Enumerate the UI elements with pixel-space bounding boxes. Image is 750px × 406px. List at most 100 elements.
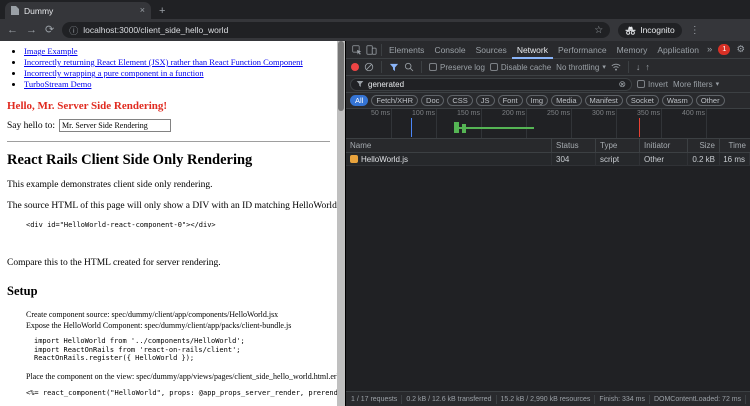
incognito-badge: Incognito	[618, 23, 682, 38]
url-text: localhost:3000/client_side_hello_world	[83, 25, 589, 35]
divider	[381, 44, 382, 56]
page-scrollbar-thumb[interactable]	[338, 41, 344, 111]
chip-manifest[interactable]: Manifest	[585, 95, 623, 106]
filter-text-field[interactable]	[368, 80, 614, 89]
column-header-status[interactable]: Status	[552, 139, 596, 152]
code-snippet: <div id="HelloWorld-react-component-0"><…	[26, 221, 337, 230]
page-title: React Rails Client Side Only Rendering	[7, 152, 337, 169]
list-item: Incorrectly wrapping a pure component in…	[24, 68, 337, 79]
browser-menu-icon[interactable]: ⋮	[690, 25, 700, 36]
filter-funnel-icon[interactable]	[389, 63, 399, 72]
page-link[interactable]: Incorrectly returning React Element (JSX…	[24, 57, 303, 67]
divider	[628, 61, 629, 73]
tab-elements[interactable]: Elements	[384, 41, 429, 59]
checkbox-icon[interactable]	[637, 80, 645, 88]
browser-tab[interactable]: Dummy ×	[5, 2, 151, 19]
page-link[interactable]: Image Example	[24, 46, 78, 56]
inspect-element-icon[interactable]	[349, 41, 364, 59]
settings-gear-icon[interactable]: ⚙	[733, 44, 748, 55]
chevron-down-icon: ▾	[602, 63, 606, 71]
network-conditions-icon[interactable]	[611, 63, 621, 71]
setup-steps: Place the component on the view: spec/du…	[0, 371, 337, 382]
chip-css[interactable]: CSS	[447, 95, 472, 106]
column-header-time[interactable]: Time	[720, 139, 750, 152]
clear-filter-icon[interactable]: ⊗	[618, 79, 626, 90]
network-toolbar: Preserve log Disable cache No throttling…	[346, 59, 750, 76]
list-item: Image Example	[24, 46, 337, 57]
request-size: 0.2 kB	[688, 153, 720, 165]
js-file-icon	[350, 155, 358, 163]
domcontentloaded-marker	[411, 118, 412, 137]
timeline-gridline: 50 ms	[391, 109, 392, 138]
favicon-icon	[11, 6, 19, 15]
tab-sources[interactable]: Sources	[471, 41, 512, 59]
error-count-badge[interactable]: 1	[718, 44, 730, 55]
chip-fetch-xhr[interactable]: Fetch/XHR	[371, 95, 418, 106]
tab-network[interactable]: Network	[512, 41, 553, 59]
tab-close-icon[interactable]: ×	[140, 6, 145, 15]
summary-dcl: DOMContentLoaded: 72 ms	[654, 396, 741, 403]
chevron-down-icon: ▾	[716, 80, 720, 88]
request-type: script	[596, 153, 640, 165]
record-button[interactable]	[351, 63, 359, 71]
chip-wasm[interactable]: Wasm	[662, 95, 693, 106]
request-status: 304	[552, 153, 596, 165]
devtools-tab-bar: Elements Console Sources Network Perform…	[346, 41, 750, 59]
network-overview-timeline[interactable]: 50 ms 100 ms 150 ms 200 ms 250 ms 300 ms…	[346, 109, 750, 139]
tab-performance[interactable]: Performance	[553, 41, 612, 59]
page-link[interactable]: TurboStream Demo	[24, 79, 91, 89]
chip-all[interactable]: All	[350, 95, 368, 106]
page-viewport: Image Example Incorrectly returning Reac…	[0, 41, 345, 406]
address-field[interactable]: ⓘ localhost:3000/client_side_hello_world…	[62, 22, 610, 38]
more-tabs-icon[interactable]: »	[704, 44, 715, 55]
chip-other[interactable]: Other	[696, 95, 725, 106]
tab-memory[interactable]: Memory	[612, 41, 653, 59]
checkbox-icon[interactable]	[490, 63, 498, 71]
chip-doc[interactable]: Doc	[421, 95, 444, 106]
incognito-hat-icon	[625, 26, 636, 35]
new-tab-button[interactable]: +	[159, 5, 165, 19]
more-filters-select[interactable]: More filters ▾	[673, 80, 719, 89]
back-icon[interactable]: ←	[7, 25, 18, 36]
invert-checkbox[interactable]: Invert	[637, 80, 668, 89]
load-event-marker	[639, 118, 640, 137]
paragraph: Compare this to the HTML created for ser…	[7, 258, 337, 268]
chip-img[interactable]: Img	[526, 95, 549, 106]
reload-icon[interactable]: ⟳	[45, 25, 54, 36]
chip-socket[interactable]: Socket	[626, 95, 659, 106]
tab-application[interactable]: Application	[652, 41, 704, 59]
chip-js[interactable]: JS	[476, 95, 495, 106]
summary-resources: 15.2 kB / 2,990 kB resources	[501, 396, 591, 403]
column-header-initiator[interactable]: Initiator	[640, 139, 688, 152]
setup-steps: Create component source: spec/dummy/clie…	[0, 309, 337, 331]
column-header-type[interactable]: Type	[596, 139, 640, 152]
checkbox-icon[interactable]	[429, 63, 437, 71]
clear-log-icon[interactable]	[364, 62, 374, 72]
chip-media[interactable]: Media	[551, 95, 581, 106]
export-har-icon[interactable]: ↑	[645, 62, 650, 72]
name-input[interactable]	[59, 119, 171, 132]
preserve-log-checkbox[interactable]: Preserve log	[429, 63, 485, 72]
forward-icon[interactable]: →	[26, 25, 37, 36]
import-har-icon[interactable]: ↓	[636, 62, 641, 72]
code-snippet: import HelloWorld from '../components/He…	[34, 337, 337, 363]
site-info-icon[interactable]: ⓘ	[69, 24, 78, 37]
table-row[interactable]: HelloWorld.js 304 script Other 0.2 kB 16…	[346, 153, 750, 166]
page-scrollbar[interactable]	[337, 41, 345, 406]
filter-input[interactable]: ⊗	[350, 78, 632, 91]
page-link[interactable]: Incorrectly wrapping a pure component in…	[24, 68, 204, 78]
throttling-select[interactable]: No throttling ▾	[556, 63, 606, 72]
summary-transferred: 0.2 kB / 12.6 kB transferred	[406, 396, 491, 403]
column-header-size[interactable]: Size	[688, 139, 720, 152]
tab-console[interactable]: Console	[429, 41, 470, 59]
chip-font[interactable]: Font	[498, 95, 523, 106]
setup-step: Create component source: spec/dummy/clie…	[26, 309, 337, 320]
column-header-name[interactable]: Name	[346, 139, 552, 152]
hello-greeting: Hello, Mr. Server Side Rendering!	[7, 100, 337, 112]
bookmark-star-icon[interactable]: ☆	[594, 25, 603, 36]
disable-cache-checkbox[interactable]: Disable cache	[490, 63, 551, 72]
timeline-gridline: 200 ms	[526, 109, 527, 138]
search-icon[interactable]	[404, 62, 414, 72]
divider	[649, 395, 650, 404]
device-toolbar-icon[interactable]	[364, 41, 379, 59]
